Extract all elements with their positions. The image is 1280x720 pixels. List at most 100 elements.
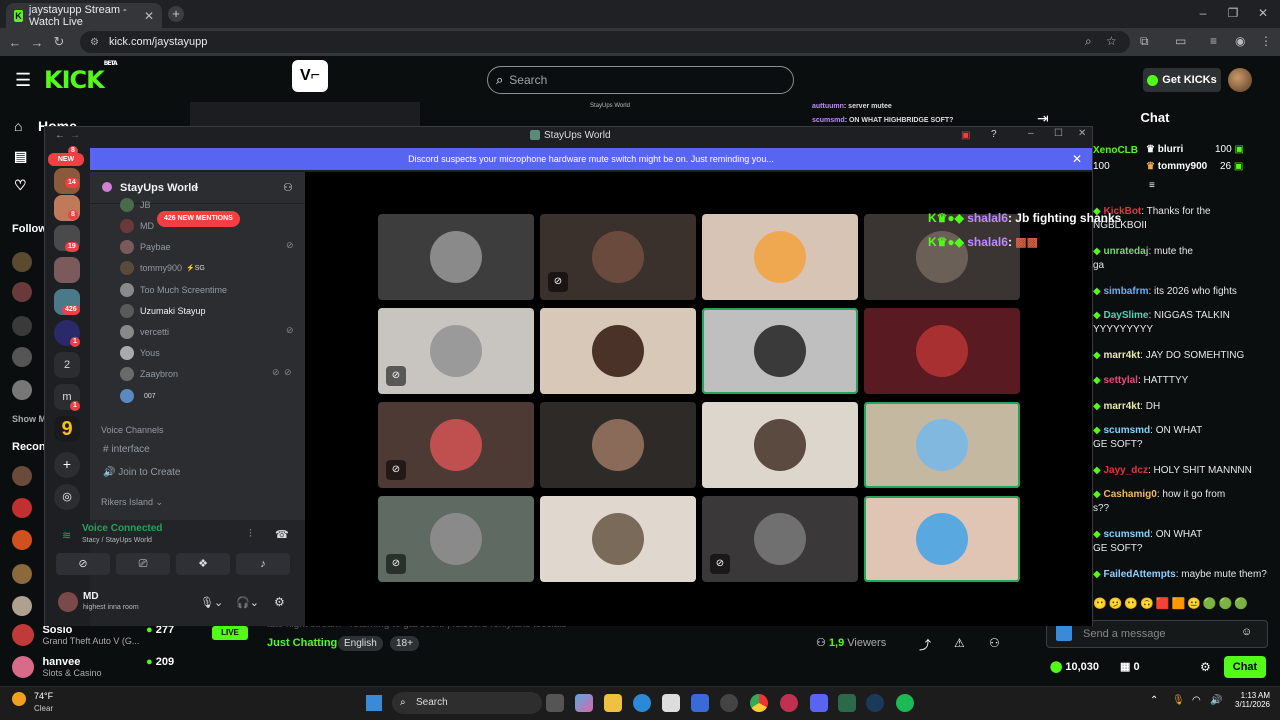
disconnect-icon[interactable]: ☎ xyxy=(275,528,289,541)
weather-icon[interactable] xyxy=(12,692,26,706)
expand-gifters-icon[interactable]: ≡ xyxy=(1149,180,1155,191)
soundboard-button[interactable]: ♪ xyxy=(236,553,290,575)
video-tile[interactable]: ⊘ xyxy=(702,496,858,582)
screenshare-button[interactable]: ⎚ xyxy=(116,553,170,575)
voice-location[interactable]: Stacy / StayUps World xyxy=(82,537,152,544)
user-name[interactable]: MD xyxy=(83,591,99,602)
sidebar-following[interactable]: ♡ xyxy=(14,177,38,194)
banner-close-icon[interactable]: ✕ xyxy=(1072,148,1082,170)
chat-username[interactable]: scumsmd xyxy=(1103,529,1150,540)
followed-avatar[interactable] xyxy=(12,347,32,367)
tray-overflow-icon[interactable]: ⌃ xyxy=(1150,695,1158,706)
video-tile[interactable] xyxy=(540,496,696,582)
discord-maximize-icon[interactable]: ☐ xyxy=(1054,128,1063,139)
follow-icon[interactable]: ⚇ xyxy=(989,636,1000,650)
voice-member[interactable]: 007 xyxy=(120,389,156,403)
tag-language[interactable]: English xyxy=(338,636,383,651)
chat-username[interactable]: Jayy_dcz xyxy=(1103,465,1147,476)
recommended-channel-hanvee[interactable]: hanvee Slots & Casino xyxy=(12,656,101,678)
weather-status[interactable]: Clear xyxy=(34,704,53,713)
mic-tray-icon[interactable]: 🎙 xyxy=(1172,695,1185,706)
edge-icon[interactable] xyxy=(633,694,651,712)
chat-username[interactable]: simbafrm xyxy=(1103,286,1148,297)
video-tile[interactable] xyxy=(540,308,696,394)
channel-interface[interactable]: # interface xyxy=(103,444,150,455)
taskbar-search[interactable]: ⌕ Search xyxy=(392,692,542,714)
emoji-icon[interactable]: ☺ xyxy=(1241,626,1252,638)
new-mentions-pill[interactable]: 426 NEW MENTIONS xyxy=(157,211,240,227)
video-tile[interactable] xyxy=(864,308,1020,394)
chat-send-button[interactable]: Chat xyxy=(1224,656,1266,678)
recommended-avatar[interactable] xyxy=(12,530,32,550)
user-settings-icon[interactable]: ⚙ xyxy=(274,595,285,609)
headphones-icon[interactable]: 🎧⌄ xyxy=(236,596,259,609)
media-icon[interactable]: ≡ xyxy=(1210,34,1217,48)
video-tile[interactable]: ⊘ xyxy=(540,214,696,300)
voice-member[interactable]: Paybae xyxy=(120,240,171,254)
video-tile[interactable] xyxy=(702,214,858,300)
get-kicks-button[interactable]: Get KICKs xyxy=(1143,68,1221,92)
app-icon[interactable] xyxy=(720,694,738,712)
video-tile[interactable] xyxy=(378,214,534,300)
discord-taskbar-icon[interactable] xyxy=(810,694,828,712)
chat-username[interactable]: scumsmd xyxy=(1103,425,1150,436)
chrome-icon[interactable] xyxy=(750,694,768,712)
cast-icon[interactable]: ▭ xyxy=(1175,34,1186,48)
gifter-name[interactable]: XenoCLB xyxy=(1093,145,1138,156)
show-more-link[interactable]: Show M xyxy=(12,414,46,424)
video-tile[interactable] xyxy=(864,402,1020,488)
share-icon[interactable]: ⤴ xyxy=(919,636,931,653)
clock[interactable]: 1:13 AM 3/11/2026 xyxy=(1230,691,1270,709)
reload-icon[interactable]: ↻ xyxy=(48,34,70,50)
xbox-icon[interactable] xyxy=(838,694,856,712)
category-rikers-island[interactable]: Rikers Island ⌄ xyxy=(101,497,163,508)
site-info-icon[interactable]: ⚙ xyxy=(90,37,99,48)
back-icon[interactable]: ← xyxy=(4,35,26,50)
chat-username[interactable]: DaySlime xyxy=(1103,310,1148,321)
new-tab-button[interactable]: + xyxy=(168,6,184,22)
voice-member[interactable]: tommy900 ⚡SG xyxy=(120,261,205,275)
channel-join-to-create[interactable]: 🔊 Join to Create xyxy=(103,467,181,478)
task-view-icon[interactable] xyxy=(546,694,564,712)
activities-button[interactable]: ❖ xyxy=(176,553,230,575)
collapse-chat-icon[interactable]: ⇥ xyxy=(1037,110,1049,127)
video-tile[interactable] xyxy=(702,402,858,488)
chat-username[interactable]: settylal xyxy=(1103,375,1137,386)
followed-avatar[interactable] xyxy=(12,380,32,400)
voice-member[interactable]: vercetti xyxy=(120,325,169,339)
kick-logo[interactable]: KICKBETA xyxy=(44,60,118,94)
copilot-icon[interactable] xyxy=(575,694,593,712)
chat-username[interactable]: unratedaj xyxy=(1103,246,1148,257)
add-member-icon[interactable]: ⚇ xyxy=(283,181,293,194)
server-folder[interactable]: 2 xyxy=(54,352,80,378)
points-display[interactable]: ⬤ 10,030 xyxy=(1050,660,1099,673)
minimize-icon[interactable]: – xyxy=(1188,6,1218,20)
wifi-icon[interactable]: ◠ xyxy=(1192,695,1201,706)
chat-username[interactable]: Cashamig0 xyxy=(1103,489,1156,500)
followed-avatar[interactable] xyxy=(12,316,32,336)
spotify-icon[interactable] xyxy=(896,694,914,712)
outlook-icon[interactable] xyxy=(691,694,709,712)
voice-member[interactable]: Yous xyxy=(120,346,160,360)
store-icon[interactable] xyxy=(662,694,680,712)
voice-channels-header[interactable]: Voice Channels xyxy=(101,425,164,435)
sidebar-browse[interactable]: ▤ xyxy=(14,148,38,165)
steam-icon[interactable] xyxy=(866,694,884,712)
emote-bar[interactable]: 😶🫤😶🙃🟥🟧😐🟢🟢🟢 xyxy=(1093,597,1278,611)
opera-icon[interactable] xyxy=(780,694,798,712)
voice-member[interactable]: Uzumaki Stayup xyxy=(120,304,206,318)
user-avatar[interactable] xyxy=(58,592,78,612)
video-tile[interactable] xyxy=(540,402,696,488)
camera-button[interactable]: ⊘ xyxy=(56,553,110,575)
menu-dots-icon[interactable]: ⋮ xyxy=(1260,34,1272,48)
recommended-avatar[interactable] xyxy=(12,596,32,616)
discord-close-icon[interactable]: ✕ xyxy=(1078,128,1086,139)
video-tile[interactable]: ⊘ xyxy=(378,402,534,488)
vb-extension-icon[interactable]: V⌐ xyxy=(292,60,328,92)
chat-username[interactable]: marr4kt xyxy=(1103,350,1140,361)
chat-settings-icon[interactable]: ⚙ xyxy=(1200,660,1211,674)
report-icon[interactable]: ⚠ xyxy=(954,636,965,650)
close-window-icon[interactable]: ✕ xyxy=(1248,6,1278,20)
video-tile[interactable] xyxy=(864,214,1020,300)
voice-member[interactable]: JB xyxy=(120,198,151,212)
